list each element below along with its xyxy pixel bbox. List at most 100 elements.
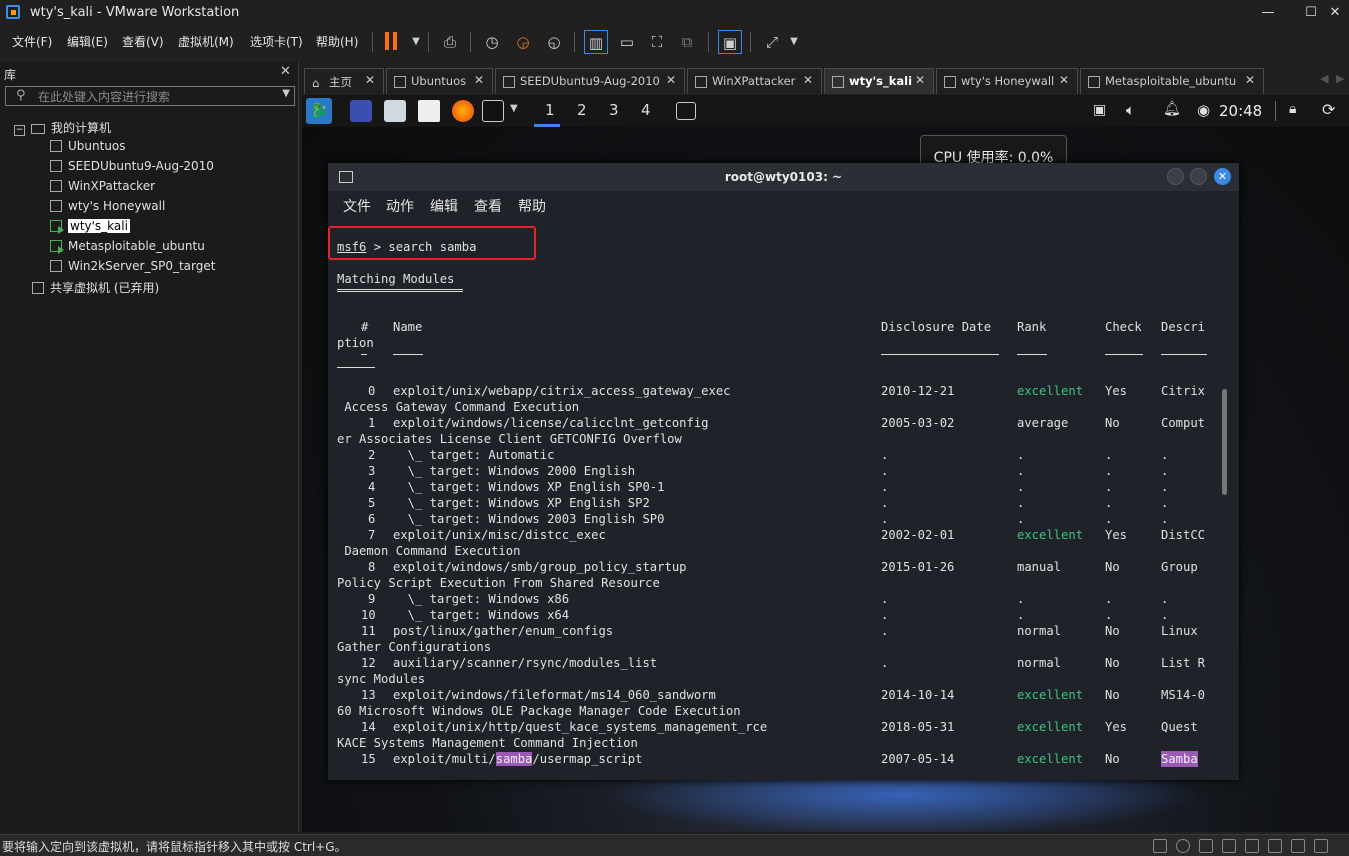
collapse-icon[interactable]: −: [14, 125, 25, 136]
tree-item-vm[interactable]: Win2kServer_SP0_target: [50, 259, 215, 277]
tree-item-vm[interactable]: SEEDUbuntu9-Aug-2010: [50, 159, 214, 177]
terminal-menu-help[interactable]: 帮助: [518, 196, 546, 216]
lock-icon[interactable]: 🔒︎: [1289, 101, 1296, 117]
firefox-icon[interactable]: [452, 100, 474, 122]
power-dropdown-icon[interactable]: ▼: [404, 30, 428, 54]
panel-clock[interactable]: 20:48: [1219, 102, 1262, 120]
terminal-menu-edit[interactable]: 编辑: [430, 196, 458, 216]
terminal-minimize-button[interactable]: [1167, 168, 1184, 185]
text-editor-icon[interactable]: [418, 100, 440, 122]
revert-snapshot-icon[interactable]: ◶: [511, 30, 535, 54]
chevron-down-icon[interactable]: ▼: [510, 103, 518, 114]
tab-ubuntuos[interactable]: Ubuntuos ✕: [386, 68, 493, 94]
file-manager-icon[interactable]: [384, 100, 406, 122]
library-panel: 库 ✕ ⚲ ▼ −我的计算机 Ubuntuos SEEDUbuntu9-Aug-…: [0, 62, 299, 832]
terminal-menu-actions[interactable]: 动作: [386, 196, 414, 216]
tab-scroll-left-icon[interactable]: ◀: [1320, 72, 1328, 85]
terminal-menu-view[interactable]: 查看: [474, 196, 502, 216]
row-module-name: \_ target: Windows x64: [393, 608, 570, 622]
terminal-close-button[interactable]: ✕: [1214, 168, 1231, 185]
chevron-down-icon[interactable]: ▼: [282, 88, 290, 99]
vm-running-icon: [50, 240, 64, 254]
terminal-menu-file[interactable]: 文件: [343, 196, 371, 216]
row-description: List R: [1161, 656, 1206, 670]
tab-seedubuntu[interactable]: SEEDUbuntu9-Aug-2010 ✕: [495, 68, 685, 94]
tab-wty-kali[interactable]: wty's_kali ✕: [824, 68, 934, 94]
send-ctrl-alt-del-icon[interactable]: ⎙: [438, 30, 462, 54]
row-description: .: [1161, 480, 1169, 494]
stretch-dropdown-icon[interactable]: ▼: [782, 30, 806, 54]
tab-winxpattacker[interactable]: WinXPattacker ✕: [687, 68, 822, 94]
terminal-launcher-icon[interactable]: [482, 100, 504, 122]
logout-icon[interactable]: ⟳: [1322, 100, 1335, 119]
close-icon[interactable]: ✕: [803, 73, 813, 87]
workspace-3[interactable]: 3: [609, 101, 619, 119]
workspace-2[interactable]: 2: [577, 101, 587, 119]
tree-item-vm[interactable]: Metasploitable_ubuntu: [50, 239, 205, 257]
stretch-guest-icon[interactable]: ⤢: [760, 30, 784, 54]
minimize-button[interactable]: —: [1254, 2, 1282, 24]
sound-card-icon[interactable]: [1245, 839, 1259, 853]
toolbar-separator: [574, 32, 575, 52]
workspace-1[interactable]: 1: [545, 101, 555, 119]
cd-dvd-icon[interactable]: [1176, 839, 1190, 853]
close-icon[interactable]: ✕: [365, 73, 375, 87]
show-desktop-icon[interactable]: [350, 100, 372, 122]
display-status-icon[interactable]: [1291, 839, 1305, 853]
tab-honeywall[interactable]: wty's Honeywall ✕: [936, 68, 1078, 94]
close-window-button[interactable]: ✕: [1321, 2, 1349, 24]
row-disclosure-date: .: [881, 656, 889, 670]
menu-vm[interactable]: 虚拟机(M): [178, 33, 234, 50]
tree-item-shared-vms[interactable]: 共享虚拟机 (已弃用): [32, 279, 159, 297]
show-library-icon[interactable]: ▥: [584, 30, 608, 54]
usb-icon[interactable]: [1222, 839, 1236, 853]
message-log-icon[interactable]: [1314, 839, 1328, 853]
power-manager-icon[interactable]: ◉: [1197, 101, 1210, 119]
menu-file[interactable]: 文件(F): [12, 33, 52, 50]
tree-item-vm[interactable]: Ubuntuos: [50, 139, 126, 157]
snapshot-icon[interactable]: ◷: [480, 30, 504, 54]
kali-menu-icon[interactable]: 🐉: [306, 98, 332, 124]
terminal-task-icon[interactable]: [676, 102, 696, 120]
workspace-4[interactable]: 4: [641, 101, 651, 119]
tab-home[interactable]: ⌂ 主页 ✕: [304, 68, 384, 94]
vm-display[interactable]: 🐉 ▼ 1 2 3 4 ▣ 🔈︎ 🔔︎ ◉ 20:48 🔒︎ ⟳ CPU 使用率…: [302, 95, 1349, 832]
volume-icon[interactable]: 🔈︎: [1126, 101, 1135, 119]
library-search-input[interactable]: [36, 88, 280, 106]
menu-view[interactable]: 查看(V): [122, 33, 164, 50]
tree-item-vm-selected[interactable]: wty's_kali: [50, 219, 130, 237]
close-icon[interactable]: ✕: [666, 73, 676, 87]
tree-item-vm[interactable]: WinXPattacker: [50, 179, 155, 197]
library-close-button[interactable]: ✕: [280, 64, 291, 79]
vm-running-icon: [1088, 76, 1100, 88]
notification-bell-icon[interactable]: 🔔︎: [1163, 101, 1181, 117]
menu-tabs[interactable]: 选项卡(T): [250, 33, 303, 50]
unity-icon[interactable]: ⧉: [675, 30, 699, 54]
snapshot-manager-icon[interactable]: ◵: [542, 30, 566, 54]
pause-icon[interactable]: [385, 32, 397, 50]
library-search[interactable]: ⚲ ▼: [5, 86, 295, 106]
hard-disk-icon[interactable]: [1153, 839, 1167, 853]
tab-scroll-right-icon[interactable]: ▶: [1336, 72, 1344, 85]
menu-edit[interactable]: 编辑(E): [67, 33, 108, 50]
close-icon[interactable]: ✕: [1059, 73, 1069, 87]
thumbnail-bar-icon[interactable]: ▭: [615, 30, 639, 54]
console-view-icon[interactable]: ▣: [718, 30, 742, 54]
tree-item-vm[interactable]: wty's Honeywall: [50, 199, 165, 217]
printer-icon[interactable]: [1268, 839, 1282, 853]
tree-item-my-computer[interactable]: − 我的计算机: [14, 119, 111, 137]
terminal-scrollbar[interactable]: [1222, 389, 1227, 495]
terminal-maximize-button[interactable]: [1190, 168, 1207, 185]
display-icon[interactable]: ▣: [1093, 102, 1106, 118]
menu-help[interactable]: 帮助(H): [316, 33, 358, 50]
network-adapter-icon[interactable]: [1199, 839, 1213, 853]
close-icon[interactable]: ✕: [915, 73, 925, 87]
fullscreen-icon[interactable]: ⛶: [645, 30, 669, 54]
row-module-name: \_ target: Windows x86: [393, 592, 570, 606]
terminal-window[interactable]: root@wty0103: ~ ✕ 文件 动作 编辑 查看 帮助 msf6 > …: [328, 163, 1239, 780]
row-module-name: exploit/windows/license/calicclnt_getcon…: [393, 416, 709, 430]
close-icon[interactable]: ✕: [1245, 73, 1255, 87]
close-icon[interactable]: ✕: [474, 73, 484, 87]
tab-metasploitable[interactable]: Metasploitable_ubuntu ✕: [1080, 68, 1264, 94]
row-disclosure-date: .: [881, 608, 889, 622]
